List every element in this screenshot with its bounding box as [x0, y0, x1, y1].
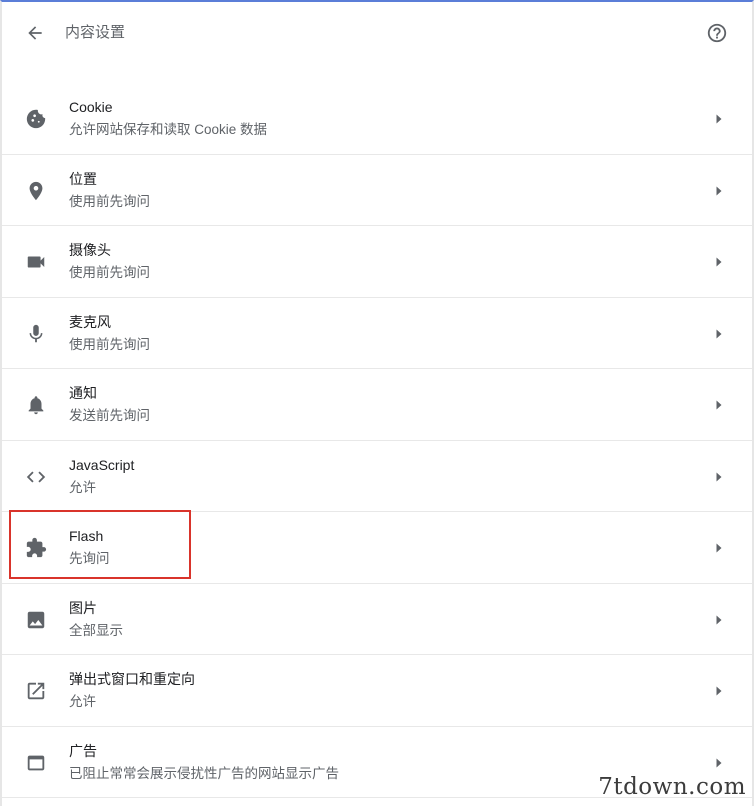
item-subtitle: 发送前先询问 [69, 408, 150, 423]
page-header: 内容设置 [2, 2, 752, 62]
puzzle-icon [24, 536, 48, 560]
item-title: 弹出式窗口和重定向 [69, 671, 195, 687]
item-subtitle: 允许 [69, 479, 96, 495]
item-subtitle: 使用前先询问 [69, 336, 150, 352]
item-title: Flash [69, 528, 104, 544]
item-title: 图片 [69, 599, 97, 616]
settings-item-notifications[interactable]: 通知 发送前先询问 [2, 369, 752, 441]
settings-item-camera[interactable]: 摄像头 使用前先询问 [2, 226, 752, 298]
web-asset-icon [24, 751, 48, 775]
help-icon [707, 23, 727, 43]
back-button[interactable] [22, 20, 48, 46]
camera-icon [24, 250, 48, 274]
cookie-icon [24, 107, 48, 131]
settings-item-javascript[interactable]: JavaScript 允许 [2, 441, 752, 512]
item-subtitle: 允许 [69, 694, 96, 709]
item-title: 位置 [69, 170, 97, 187]
item-subtitle: 允许网站保存和读取 Cookie 数据 [69, 122, 268, 137]
microphone-icon [24, 322, 48, 346]
settings-item-flash[interactable]: Flash 先询问 [2, 512, 752, 584]
item-title: 通知 [69, 385, 97, 401]
settings-item-images[interactable]: 图片 全部显示 [2, 584, 752, 655]
item-title: 广告 [69, 742, 97, 759]
item-title: Cookie [69, 99, 113, 115]
content-settings-page: 内容设置 Cookie 允许网站保存和读取 Cookie 数据 位置 使用前先询… [0, 0, 754, 806]
settings-item-popups[interactable]: 弹出式窗口和重定向 允许 [2, 655, 752, 727]
chevron-right-icon [714, 684, 724, 698]
settings-item-cookie[interactable]: Cookie 允许网站保存和读取 Cookie 数据 [2, 83, 752, 155]
chevron-right-icon [714, 756, 724, 770]
chevron-right-icon [714, 184, 724, 198]
item-title: 摄像头 [69, 242, 111, 258]
settings-item-microphone[interactable]: 麦克风 使用前先询问 [2, 298, 752, 369]
item-subtitle: 已阻止常常会展示侵扰性广告的网站显示广告 [69, 765, 339, 781]
image-icon [24, 608, 48, 632]
item-title: JavaScript [69, 456, 135, 473]
location-icon [24, 179, 48, 203]
chevron-right-icon [714, 541, 724, 555]
page-title: 内容设置 [65, 24, 126, 41]
item-title: 麦克风 [69, 313, 111, 330]
watermark: 7tdown.com [598, 774, 746, 800]
arrow-back-icon [28, 26, 42, 40]
settings-list: Cookie 允许网站保存和读取 Cookie 数据 位置 使用前先询问 摄像头… [2, 83, 752, 798]
settings-item-location[interactable]: 位置 使用前先询问 [2, 155, 752, 226]
chevron-right-icon [714, 112, 724, 126]
chevron-right-icon [714, 398, 724, 412]
open-in-new-icon [24, 679, 48, 703]
chevron-right-icon [714, 470, 724, 484]
help-button[interactable] [706, 22, 728, 44]
item-subtitle: 使用前先询问 [69, 265, 150, 280]
chevron-right-icon [714, 613, 724, 627]
chevron-right-icon [714, 327, 724, 341]
item-subtitle: 使用前先询问 [69, 193, 150, 209]
bell-icon [24, 393, 48, 417]
code-icon [24, 465, 48, 489]
item-subtitle: 先询问 [69, 551, 110, 566]
item-subtitle: 全部显示 [69, 622, 123, 638]
chevron-right-icon [714, 255, 724, 269]
